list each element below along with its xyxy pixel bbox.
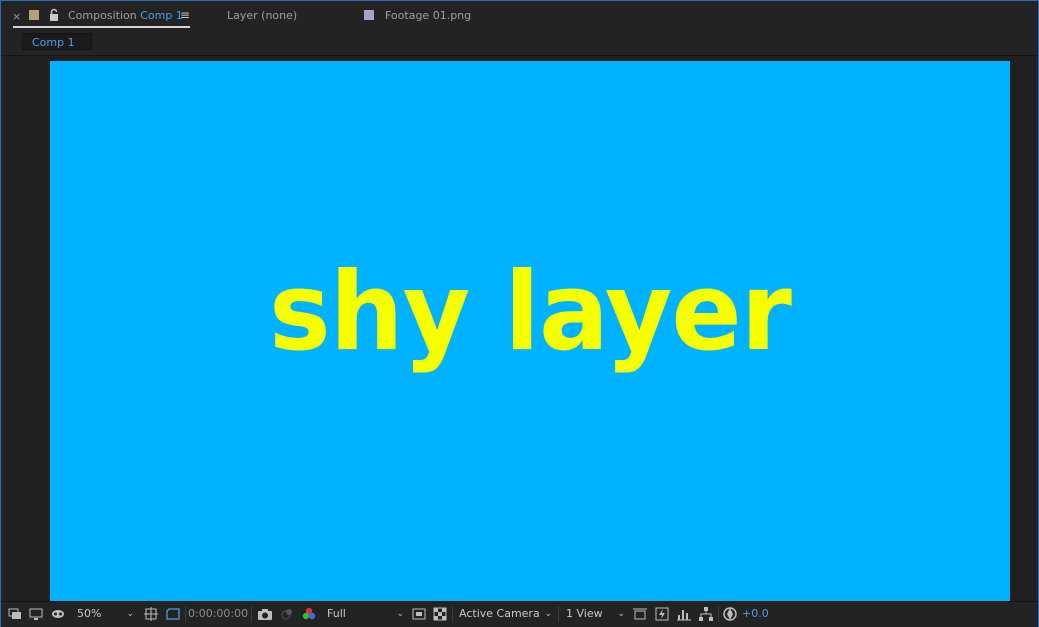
current-time[interactable]: 0:00:00:00	[188, 605, 248, 623]
draft-3d-icon[interactable]	[676, 606, 692, 622]
toolbar-divider	[251, 606, 252, 622]
lock-icon[interactable]	[48, 7, 60, 21]
grid-guides-icon[interactable]	[143, 606, 159, 622]
chevron-down-icon: ⌄	[396, 609, 404, 619]
composition-viewer[interactable]: shy layer	[3, 56, 1036, 601]
resolution-value: Full	[327, 607, 346, 620]
text-layer[interactable]: shy layer	[69, 259, 991, 367]
fast-previews-icon[interactable]	[411, 606, 427, 622]
monitor-icon[interactable]	[28, 606, 44, 622]
color-channels-icon[interactable]	[301, 606, 317, 622]
panel-tab-bar: × Composition Comp 1 ≡ Layer (none) Foot…	[1, 1, 1038, 31]
tab-composition-name: Comp 1	[140, 9, 183, 22]
always-preview-icon[interactable]	[7, 606, 23, 622]
pixel-aspect-icon[interactable]	[632, 606, 648, 622]
close-icon[interactable]: ×	[12, 10, 21, 23]
resolution-dropdown[interactable]: Full ⌄	[323, 605, 407, 623]
camera-value: Active Camera	[459, 607, 540, 620]
zoom-dropdown[interactable]: 50% ⌄	[73, 605, 137, 623]
tab-composition-prefix: Composition	[68, 9, 137, 22]
tab-layer[interactable]: Layer (none)	[227, 9, 297, 22]
views-dropdown[interactable]: 1 View ⌄	[562, 605, 628, 623]
panel-menu-icon[interactable]: ≡	[180, 8, 190, 22]
chevron-down-icon: ⌄	[617, 609, 625, 619]
composition-frame[interactable]: shy layer	[50, 61, 1010, 601]
chevron-down-icon: ⌄	[544, 609, 552, 619]
zoom-value: 50%	[77, 607, 102, 620]
flowchart-icon[interactable]	[698, 606, 714, 622]
exposure-value[interactable]: +0.0	[742, 605, 769, 623]
toolbar-divider	[185, 606, 186, 622]
toolbar-divider	[452, 606, 453, 622]
composition-panel: × Composition Comp 1 ≡ Layer (none) Foot…	[0, 0, 1039, 627]
toolbar-divider	[718, 606, 719, 622]
fast-previews-bolt-icon[interactable]	[654, 606, 670, 622]
viewer-toolbar: 50% ⌄ 0:00:00:00 Full ⌄ Active Camera ⌄ …	[1, 601, 1038, 627]
tab-layer-name: (none)	[261, 9, 298, 22]
show-snapshot-icon[interactable]	[279, 606, 295, 622]
toggle-transparency-grid-icon[interactable]	[432, 606, 448, 622]
tab-footage-name: 01.png	[432, 9, 472, 22]
toolbar-divider	[558, 606, 559, 622]
views-value: 1 View	[566, 607, 603, 620]
tab-composition[interactable]: Composition Comp 1	[68, 9, 183, 22]
reset-exposure-icon[interactable]	[722, 606, 738, 622]
mask-visibility-icon[interactable]	[50, 606, 66, 622]
tab-layer-prefix: Layer	[227, 9, 258, 22]
chevron-down-icon: ⌄	[126, 609, 134, 619]
breadcrumb-bar: Comp 1	[1, 31, 1038, 56]
active-tab-indicator	[13, 26, 190, 28]
tab-footage-prefix: Footage	[385, 9, 430, 22]
tab-footage[interactable]: Footage 01.png	[385, 9, 471, 22]
breadcrumb-comp[interactable]: Comp 1	[22, 33, 92, 50]
label-swatch-icon[interactable]	[364, 10, 374, 20]
label-swatch-icon[interactable]	[29, 10, 39, 20]
snapshot-camera-icon[interactable]	[257, 606, 273, 622]
region-of-interest-icon[interactable]	[165, 606, 181, 622]
camera-dropdown[interactable]: Active Camera ⌄	[455, 605, 555, 623]
